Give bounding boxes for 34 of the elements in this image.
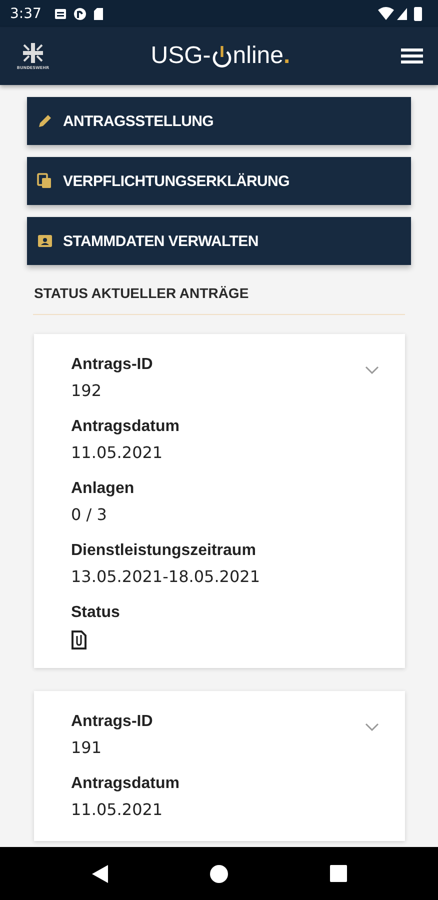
app-title: USG- [150,42,211,70]
app-title: nline. [232,42,290,70]
copy-icon [37,173,53,189]
field-value: 13.05.2021-18.05.2021 [71,566,261,588]
expand-icon[interactable] [365,366,379,374]
message-icon [55,8,66,18]
menu-button[interactable]: STAMMDATEN VERWALTEN [27,217,411,265]
power-icon [212,44,232,68]
menu-button[interactable]: VERPFLICHTUNGSERKLÄRUNG [27,157,411,205]
sd-card-icon [94,8,104,20]
field-value: 0 / 3 [71,504,108,526]
field-label: Antrags-ID [71,712,154,732]
field-label: Status [71,603,121,623]
field-value: 11.05.2021 [71,799,164,821]
field-value: 11.05.2021 [71,442,164,464]
recents-icon[interactable] [330,865,348,882]
field-label: Antrags-ID [71,355,154,375]
home-icon[interactable] [210,864,228,882]
attachment-icon [71,630,87,650]
menu-button[interactable]: ANTRAGSSTELLUNG [27,97,411,145]
field-label: Dienstleistungszeitraum [71,541,257,561]
circle-letter-icon [74,8,86,20]
field-value: 192 [71,380,103,402]
section-heading: STATUS AKTUELLER ANTRÄGE [34,285,250,301]
pencil-icon [37,113,53,129]
field-label: Anlagen [71,479,136,499]
status-time: 3:37 [10,6,42,22]
field-value: 191 [71,737,103,759]
menu-icon[interactable] [401,48,423,64]
field-label: Antragsdatum [71,774,180,794]
expand-icon[interactable] [365,723,379,731]
field-label: Antragsdatum [71,417,180,437]
back-icon[interactable] [90,864,109,884]
contact-card-icon [37,233,53,249]
